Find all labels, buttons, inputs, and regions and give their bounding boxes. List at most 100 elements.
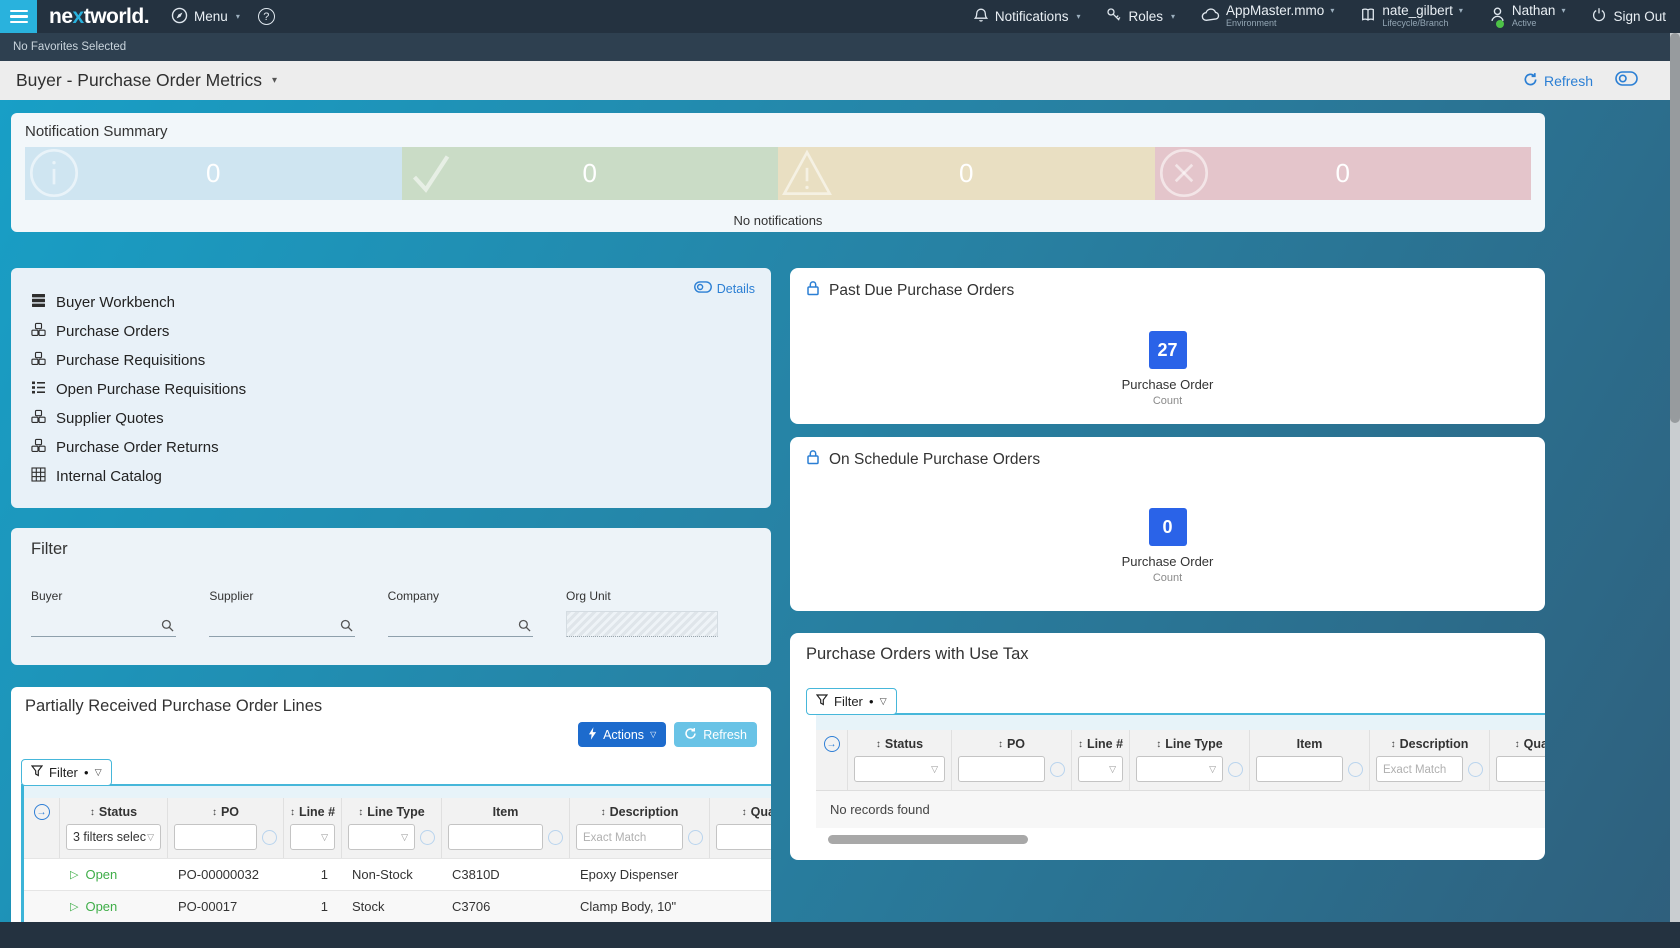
- link-label: Buyer Workbench: [56, 294, 175, 311]
- cubes-icon: [31, 351, 46, 370]
- line-filter-select[interactable]: ▽: [1078, 756, 1123, 782]
- branch-selector[interactable]: nate_gilbert▾ Lifecycle/Branch: [1360, 4, 1463, 29]
- company-search-input[interactable]: [388, 611, 533, 637]
- page-refresh-button[interactable]: Refresh: [1523, 72, 1593, 90]
- notifications-button[interactable]: Notifications ▾: [973, 7, 1081, 26]
- filter-option-circle[interactable]: [420, 830, 435, 845]
- description-filter-input[interactable]: [1376, 756, 1463, 782]
- vertical-scrollbar-thumb[interactable]: [1670, 33, 1680, 423]
- error-notification-band[interactable]: 0: [1155, 147, 1532, 200]
- refresh-icon: [684, 727, 697, 743]
- column-header-status[interactable]: ↕Status: [60, 798, 168, 822]
- line-type-filter-select[interactable]: ▽: [348, 824, 415, 850]
- column-header-description[interactable]: ↕Description: [1370, 730, 1490, 754]
- environment-selector[interactable]: AppMaster.mmo▾ Environment: [1201, 4, 1334, 29]
- link-open-purchase-requisitions[interactable]: Open Purchase Requisitions: [31, 375, 751, 404]
- column-header-item[interactable]: Item: [442, 798, 570, 822]
- table-row[interactable]: ▷Open PO-00000032 1 Non-Stock C3810D Epo…: [24, 858, 771, 890]
- sort-icon: ↕: [290, 807, 295, 818]
- table-filter-chip[interactable]: Filter ● ▽: [21, 759, 112, 786]
- environment-subtitle: Environment: [1226, 19, 1334, 29]
- filter-option-circle[interactable]: [1050, 762, 1065, 777]
- actions-button[interactable]: Actions ▽: [578, 722, 666, 747]
- roles-button[interactable]: Roles ▾: [1106, 7, 1175, 26]
- column-header-po[interactable]: ↕PO: [168, 798, 284, 822]
- column-header-line[interactable]: ↕Line #: [1072, 730, 1130, 754]
- column-header-line-type[interactable]: ↕Line Type: [342, 798, 442, 822]
- link-internal-catalog[interactable]: Internal Catalog: [31, 462, 751, 491]
- vertical-scrollbar[interactable]: [1670, 33, 1680, 922]
- link-label: Open Purchase Requisitions: [56, 381, 246, 398]
- link-purchase-requisitions[interactable]: Purchase Requisitions: [31, 346, 751, 375]
- horizontal-scrollbar[interactable]: [828, 835, 1528, 844]
- link-purchase-order-returns[interactable]: Purchase Order Returns: [31, 433, 751, 462]
- column-header-quantity[interactable]: ↕Quantity: [710, 798, 771, 822]
- help-button[interactable]: ?: [258, 8, 275, 25]
- column-header-status[interactable]: ↕Status: [848, 730, 952, 754]
- hamburger-menu-button[interactable]: [0, 0, 37, 33]
- link-supplier-quotes[interactable]: Supplier Quotes: [31, 404, 751, 433]
- notification-summary-title: Notification Summary: [25, 123, 1531, 140]
- status-filter-select[interactable]: 3 filters selec▽: [66, 824, 161, 850]
- on-schedule-count-badge[interactable]: 0: [1149, 508, 1187, 546]
- line-filter-select[interactable]: ▽: [290, 824, 335, 850]
- sort-icon: ↕: [358, 807, 363, 818]
- chevron-down-icon: ▾: [1076, 12, 1080, 21]
- quick-links-panel: Details Buyer Workbench Purchase Orders …: [11, 268, 771, 508]
- buyer-search-input[interactable]: [31, 611, 176, 637]
- column-header-po[interactable]: ↕PO: [952, 730, 1072, 754]
- menu-button[interactable]: Menu ▾: [171, 7, 240, 27]
- goto-arrow-icon[interactable]: →: [34, 804, 50, 820]
- quantity-filter-input[interactable]: [716, 824, 771, 850]
- goto-arrow-icon[interactable]: →: [824, 736, 840, 752]
- user-menu[interactable]: Nathan▾ Active: [1489, 4, 1566, 29]
- chevron-down-icon: ▾: [1561, 7, 1565, 16]
- warning-notification-band[interactable]: 0: [778, 147, 1155, 200]
- item-filter-input[interactable]: [448, 824, 543, 850]
- funnel-icon: [31, 765, 43, 780]
- filter-option-circle[interactable]: [548, 830, 563, 845]
- details-toggle[interactable]: Details: [694, 281, 755, 296]
- description-filter-input[interactable]: [576, 824, 683, 850]
- horizontal-scrollbar-thumb[interactable]: [828, 835, 1028, 844]
- po-filter-input[interactable]: [174, 824, 257, 850]
- line-type-filter-select[interactable]: ▽: [1136, 756, 1223, 782]
- link-buyer-workbench[interactable]: Buyer Workbench: [31, 288, 751, 317]
- past-due-count-badge[interactable]: 27: [1149, 331, 1187, 369]
- sign-out-button[interactable]: Sign Out: [1591, 7, 1666, 26]
- filter-option-circle[interactable]: [1468, 762, 1483, 777]
- item-filter-input[interactable]: [1256, 756, 1343, 782]
- filter-option-circle[interactable]: [1348, 762, 1363, 777]
- info-notification-band[interactable]: 0: [25, 147, 402, 200]
- chevron-down-icon: ▾: [1459, 7, 1463, 16]
- status-filter-select[interactable]: ▽: [854, 756, 945, 782]
- column-header-line[interactable]: ↕Line #: [284, 798, 342, 822]
- success-notification-band[interactable]: 0: [402, 147, 779, 200]
- filter-option-circle[interactable]: [1228, 762, 1243, 777]
- page-title-dropdown[interactable]: ▾: [272, 75, 277, 86]
- bell-icon: [973, 7, 989, 26]
- table-filter-chip[interactable]: Filter ● ▽: [806, 688, 897, 715]
- column-header-quantity[interactable]: ↕Quantity: [1490, 730, 1545, 754]
- link-purchase-orders[interactable]: Purchase Orders: [31, 317, 751, 346]
- org-unit-field-label: Org Unit: [566, 589, 718, 603]
- column-header-description[interactable]: ↕Description: [570, 798, 710, 822]
- filter-option-circle[interactable]: [688, 830, 703, 845]
- quantity-filter-select[interactable]: ▽: [1496, 756, 1545, 782]
- favorites-text: No Favorites Selected: [13, 41, 126, 53]
- link-label: Purchase Orders: [56, 323, 169, 340]
- active-status-dot: [1496, 20, 1504, 28]
- compare-toggle-icon[interactable]: [1615, 71, 1638, 91]
- supplier-search-input[interactable]: [209, 611, 354, 637]
- filter-option-circle[interactable]: [262, 830, 277, 845]
- table-row[interactable]: ▷Open PO-00017 1 Stock C3706 Clamp Body,…: [24, 890, 771, 922]
- chevron-down-icon: ▾: [1171, 12, 1175, 21]
- warning-icon: [774, 140, 840, 206]
- po-filter-input[interactable]: [958, 756, 1045, 782]
- column-header-line-type[interactable]: ↕Line Type: [1130, 730, 1250, 754]
- compass-icon: [171, 7, 188, 27]
- column-header-item[interactable]: Item: [1250, 730, 1370, 754]
- po-lines-title: Partially Received Purchase Order Lines: [11, 697, 771, 716]
- table-refresh-button[interactable]: Refresh: [674, 722, 757, 747]
- app-logo: nextworld.: [49, 5, 149, 29]
